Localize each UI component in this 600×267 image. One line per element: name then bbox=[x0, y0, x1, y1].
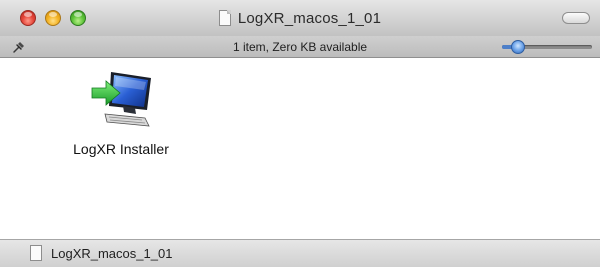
path-folder-icon[interactable] bbox=[30, 245, 42, 261]
content-area[interactable]: LogXR Installer bbox=[0, 58, 600, 239]
file-item-label[interactable]: LogXR Installer bbox=[47, 141, 195, 157]
installer-monitor-icon[interactable] bbox=[89, 68, 155, 132]
path-bar: LogXR_macos_1_01 bbox=[0, 239, 600, 267]
path-label[interactable]: LogXR_macos_1_01 bbox=[51, 240, 172, 267]
toolbar-toggle-button[interactable] bbox=[562, 12, 590, 24]
file-item-logxr-installer[interactable]: LogXR Installer bbox=[47, 66, 195, 166]
title-bar[interactable]: LogXR_macos_1_01 bbox=[0, 0, 600, 36]
finder-window: LogXR_macos_1_01 1 item, Zero KB availab… bbox=[0, 0, 600, 267]
window-title: LogXR_macos_1_01 bbox=[237, 9, 382, 27]
window-title-area: LogXR_macos_1_01 bbox=[0, 0, 600, 36]
status-bar: 1 item, Zero KB available bbox=[0, 36, 600, 58]
folder-proxy-icon[interactable] bbox=[218, 10, 231, 26]
